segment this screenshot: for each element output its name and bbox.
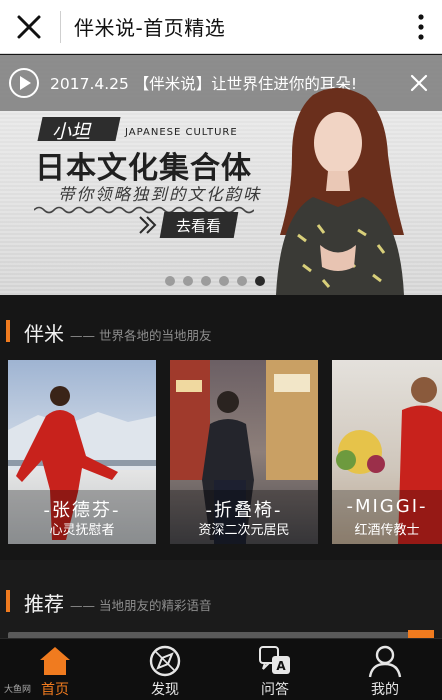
tab-label: 问答 <box>261 682 289 698</box>
friend-card[interactable]: -MIGGI- 红酒传教士 <box>332 360 442 544</box>
tab-label: 我的 <box>371 682 399 698</box>
carousel-dot[interactable] <box>183 276 193 286</box>
friend-card[interactable]: -折叠椅- 资深二次元居民 <box>170 360 318 544</box>
tab-profile[interactable]: 我的 <box>330 639 440 700</box>
section-header-recommend: 推荐 —— 当地朋友的精彩语音 <box>0 582 442 622</box>
discover-icon <box>149 645 181 677</box>
home-icon <box>40 647 70 675</box>
section-header-friends: 伴米 —— 世界各地的当地朋友 <box>0 312 442 352</box>
section-accent-bar <box>6 320 10 342</box>
banner-cta-label[interactable]: 去看看 <box>176 215 221 236</box>
carousel-dots <box>165 276 265 286</box>
close-icon[interactable] <box>14 12 44 42</box>
watermark: 大鱼网 <box>4 685 32 695</box>
tab-label: 发现 <box>151 682 179 698</box>
header-divider <box>60 11 61 43</box>
carousel-dot[interactable] <box>237 276 247 286</box>
svg-text:A: A <box>276 659 286 673</box>
friend-cards-row: -张德芬- 心灵抚慰者 -折叠椅- 资深二次元居民 -MIGGI- 红酒传教士 <box>0 360 442 544</box>
header-bar: 伴米说-首页精选 <box>0 0 442 54</box>
banner-tag: 小坦 <box>52 121 91 143</box>
qa-icon: A <box>259 646 290 674</box>
double-chevron-icon <box>139 216 157 234</box>
bottom-tab-bar: 首页 发现 A 问答 我的 <box>0 638 442 700</box>
carousel-dot-active[interactable] <box>255 276 265 286</box>
section-accent-bar <box>6 590 10 612</box>
carousel-dot[interactable] <box>219 276 229 286</box>
friend-name: -MIGGI- <box>346 496 428 517</box>
more-vertical-icon[interactable] <box>416 12 426 42</box>
carousel-dot[interactable] <box>165 276 175 286</box>
tab-discover[interactable]: 发现 <box>110 639 220 700</box>
app-page: 伴米说-首页精选 2017.4.25 【伴米说】让世界住进你的耳朵! 小坦 JA… <box>0 0 442 700</box>
friend-role: 心灵抚慰者 <box>49 523 115 538</box>
host-portrait <box>276 87 404 295</box>
banner-tag-english: JAPANESE CULTURE <box>125 127 238 138</box>
section-subtitle: —— 世界各地的当地朋友 <box>70 328 212 343</box>
banner-carousel[interactable]: 2017.4.25 【伴米说】让世界住进你的耳朵! 小坦 JAPANESE CU… <box>0 55 442 295</box>
section-title: 伴米 <box>24 322 64 346</box>
page-title: 伴米说-首页精选 <box>74 16 226 40</box>
banner-subline: 带你领略独到的文化韵味 <box>58 185 262 204</box>
tab-qa[interactable]: A 问答 <box>220 639 330 700</box>
play-icon[interactable] <box>8 67 40 99</box>
section-title: 推荐 <box>24 592 64 616</box>
recommend-item-badge <box>408 630 434 638</box>
friend-card[interactable]: -张德芬- 心灵抚慰者 <box>8 360 156 544</box>
carousel-dot[interactable] <box>201 276 211 286</box>
friend-role: 资深二次元居民 <box>198 523 290 538</box>
profile-icon <box>368 645 402 678</box>
section-subtitle: —— 当地朋友的精彩语音 <box>70 598 212 613</box>
friend-role: 红酒传教士 <box>354 523 420 538</box>
